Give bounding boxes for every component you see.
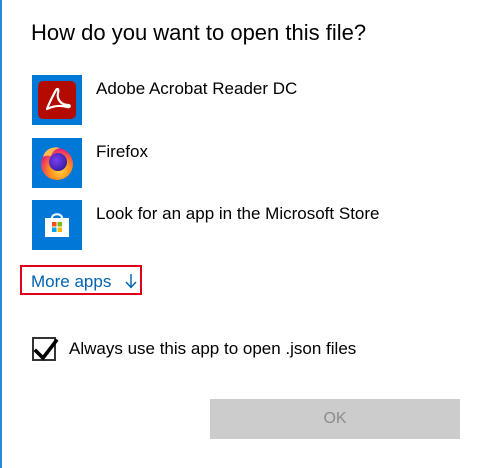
app-label-firefox: Firefox (96, 142, 148, 161)
firefox-icon (32, 138, 82, 188)
arrow-down-icon (125, 273, 137, 294)
app-option-microsoft-store[interactable]: Look for an app in the Microsoft Store (32, 200, 472, 250)
always-use-label: Always use this app to open .json files (69, 339, 357, 358)
more-apps-link[interactable]: More apps (20, 265, 142, 295)
window-border (0, 0, 2, 468)
app-option-firefox[interactable]: Firefox (32, 138, 472, 188)
more-apps-label: More apps (31, 272, 112, 291)
dialog-title: How do you want to open this file? (31, 20, 367, 45)
app-label-microsoft-store: Look for an app in the Microsoft Store (96, 204, 380, 223)
app-option-adobe-acrobat[interactable]: Adobe Acrobat Reader DC (32, 75, 472, 125)
always-use-checkbox[interactable] (32, 337, 59, 361)
ok-button[interactable]: OK (210, 399, 460, 439)
microsoft-store-icon (32, 200, 82, 250)
adobe-acrobat-icon (32, 75, 82, 125)
always-use-checkbox-row[interactable]: Always use this app to open .json files (32, 337, 412, 363)
app-label-adobe-acrobat: Adobe Acrobat Reader DC (96, 79, 298, 98)
open-with-dialog: How do you want to open this file? Adobe… (0, 0, 489, 468)
checkmark-icon (33, 338, 59, 361)
